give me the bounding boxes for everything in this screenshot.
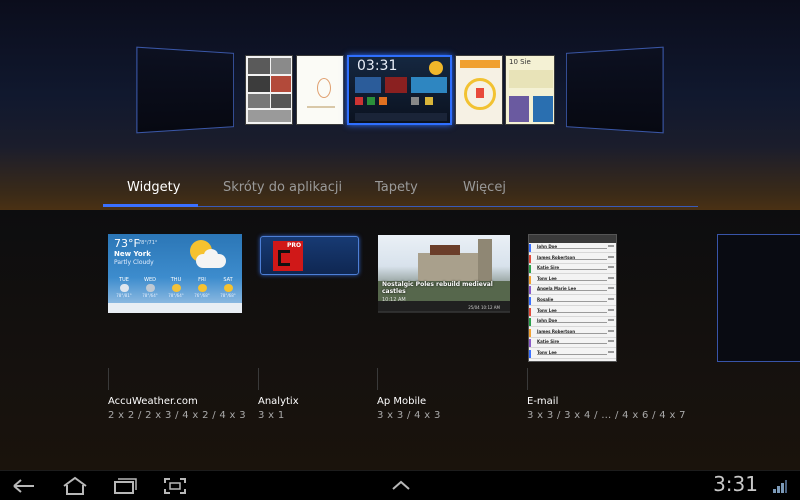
tab-widgets[interactable]: Widgety [127,180,180,195]
recent-apps-button[interactable] [110,476,140,496]
home-screen-panel-empty-left[interactable] [136,47,234,134]
email-row: John Doe [529,244,616,253]
forecast-day: THU 78°/64° [164,277,188,298]
weather-temperature: 73°F [114,237,140,250]
widget-item-analytix[interactable]: PRO Analytix 3 x 1 [258,210,368,440]
widget-item-next-partial[interactable] [717,234,800,362]
analytix-logo-icon: PRO [273,241,303,271]
email-row: Rosalie [529,297,616,306]
weather-hi-lo: 78°/71° [138,240,157,246]
home-screen-panel-empty-right[interactable] [566,47,664,134]
widget-sizes: 3 x 3 / 4 x 3 [377,410,441,421]
email-row: Tony Lee [529,350,616,359]
sun-icon [429,61,443,75]
status-clock[interactable]: 3:31 [713,472,758,496]
weather-city: New York [114,250,151,258]
analytix-preview[interactable]: PRO [260,236,359,275]
home-screen-panel-3[interactable] [455,55,503,125]
widget-divider [377,368,378,390]
widget-item-accuweather[interactable]: 73°F 78°/71° New York Partly Cloudy TUE … [108,210,248,440]
chevron-up-icon [386,476,416,496]
widget-sizes: 3 x 3 / 3 x 4 / … / 4 x 6 / 4 x 7 [527,410,686,421]
widget-item-email[interactable]: John Doe James Robertson Katie Sire Tony Le… [527,210,697,440]
email-header-bar [529,235,616,243]
calendar-panel-date: 10 Sie [509,58,531,66]
forecast-day: WED 78°/64° [138,277,162,298]
weather-forecast-row: TUE 78°/81° WED 78°/64° THU 78°/64° FRI [112,277,240,305]
email-row: James Robertson [529,329,616,338]
widget-divider [258,368,259,390]
forecast-day: TUE 78°/81° [112,277,136,298]
tab-bar-divider [198,206,698,207]
back-button[interactable] [10,476,40,496]
home-screen-panel-2[interactable] [296,55,344,125]
home-screen-area: 03:31 10 Sie Widgety Skróty do aplikacji… [0,0,800,210]
email-row: Katie Sire [529,339,616,348]
screenshot-icon [160,476,190,496]
tab-bar: Widgety Skróty do aplikacji Tapety Więce… [103,172,698,210]
widget-name: E-mail [527,396,558,407]
tab-wallpapers[interactable]: Tapety [375,180,418,195]
home-screen-panel-1[interactable] [245,55,293,125]
weather-footer-bar [108,303,242,313]
home-button[interactable] [60,476,90,496]
ap-mobile-preview[interactable]: Nostalgic Poles rebuild medieval castles… [378,235,510,313]
cloud-icon [120,284,129,292]
email-row: John Doe [529,318,616,327]
widget-sizes: 2 x 2 / 2 x 3 / 4 x 2 / 4 x 3 [108,410,246,421]
app-drawer-up-button[interactable] [386,476,416,496]
weather-condition: Partly Cloudy [114,259,154,266]
widget-item-ap-mobile[interactable]: Nostalgic Poles rebuild medieval castles… [377,210,517,440]
email-preview[interactable]: John Doe James Robertson Katie Sire Tony Le… [528,234,617,362]
active-panel-clock: 03:31 [357,58,397,74]
active-tab-indicator [103,204,198,207]
sun-cloud-icon [172,284,181,292]
ap-date: 25/04 10:12 AM [468,305,500,310]
forecast-day: SAT 78°/68° [216,277,240,298]
ap-time: 10:12 AM [382,297,406,303]
email-row: Katie Sire [529,265,616,274]
home-screen-panel-4[interactable]: 10 Sie [505,55,555,125]
system-navigation-bar: 3:31 [0,470,800,500]
forecast-day: FRI 76°/68° [190,277,214,298]
tab-app-shortcuts[interactable]: Skróty do aplikacji [223,180,342,195]
email-row: Angela Marie Lee [529,286,616,295]
accuweather-preview[interactable]: 73°F 78°/71° New York Partly Cloudy TUE … [108,234,242,313]
widget-name: Ap Mobile [377,396,426,407]
email-row: Tony Lee [529,308,616,317]
widget-list: 73°F 78°/71° New York Partly Cloudy TUE … [0,210,800,470]
widget-name: AccuWeather.com [108,396,198,407]
back-arrow-icon [10,476,40,496]
home-screen-strip: 03:31 10 Sie [0,0,800,160]
partly-cloudy-icon [184,240,228,272]
email-row: James Robertson [529,255,616,264]
signal-icon[interactable] [772,478,788,494]
widget-sizes: 3 x 1 [258,410,285,421]
home-icon [60,476,90,496]
email-row: Tony Lee [529,276,616,285]
widget-name: Analytix [258,396,299,407]
tab-more[interactable]: Więcej [463,180,506,195]
ap-headline: Nostalgic Poles rebuild medieval castles [382,281,510,295]
sun-icon [198,284,207,292]
widget-divider [527,368,528,390]
widget-divider [108,368,109,390]
sun-icon [224,284,233,292]
recent-apps-icon [110,476,140,496]
screenshot-button[interactable] [160,476,190,496]
home-screen-panel-active[interactable]: 03:31 [347,55,452,125]
rain-cloud-icon [146,284,155,292]
